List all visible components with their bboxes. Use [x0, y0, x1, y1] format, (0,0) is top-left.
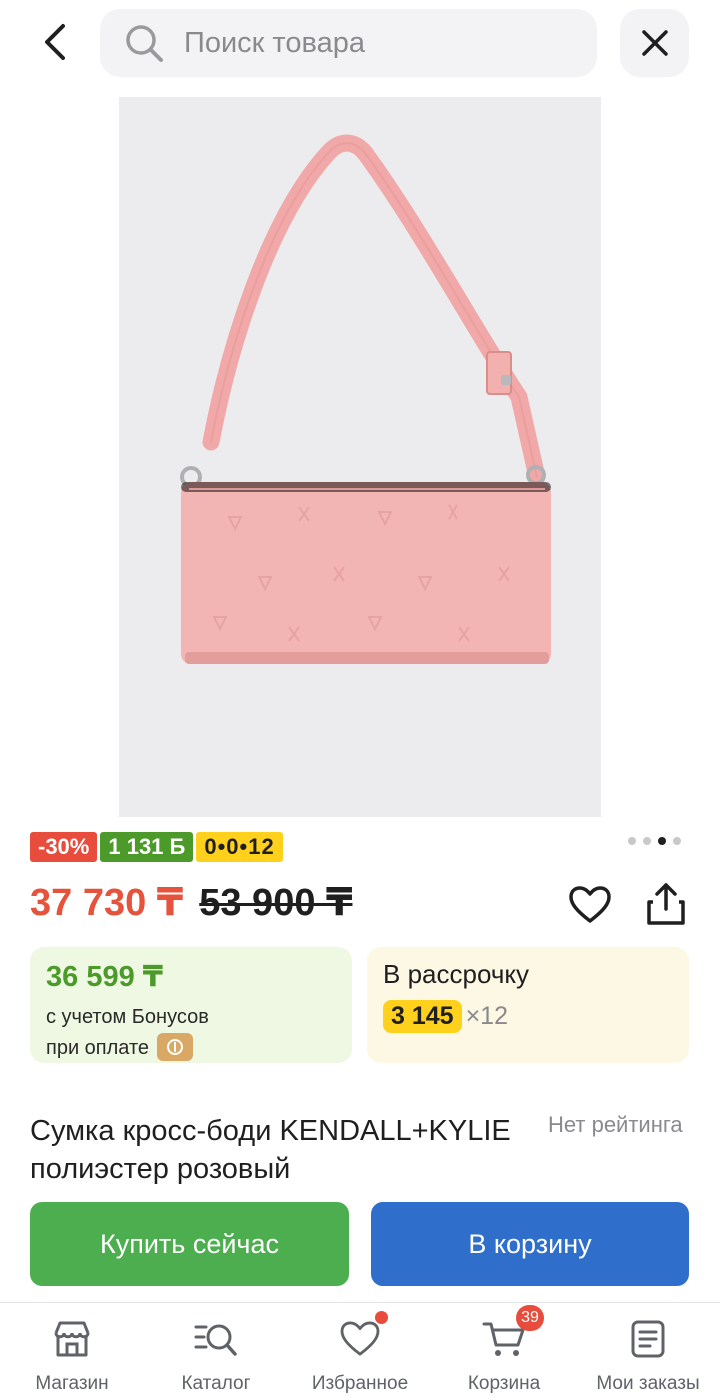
installment-badge: 0•0•12	[196, 832, 283, 862]
nav-item-store[interactable]: Магазин	[0, 1303, 144, 1400]
nav-item-catalog[interactable]: Каталог	[144, 1303, 288, 1400]
payment-icon	[157, 1032, 194, 1061]
favorite-button[interactable]	[566, 881, 614, 929]
installment-title: В рассрочку	[383, 959, 530, 989]
handbag-picture	[119, 97, 601, 817]
carousel-dot[interactable]	[673, 837, 681, 845]
back-arrow-icon	[45, 24, 65, 60]
nav-label-orders: Мои заказы	[596, 1373, 700, 1394]
catalog-search-icon	[194, 1317, 238, 1361]
bonus-price-card[interactable]: 36 599 ₸ с учетом Бонусов при оплате	[30, 947, 352, 1063]
share-button[interactable]	[642, 879, 690, 929]
bonus-badge: 1 131 Б	[100, 832, 194, 862]
current-price: 37 730 ₸	[30, 882, 184, 924]
nav-item-favorites[interactable]: Избранное	[288, 1303, 432, 1400]
cart-icon: 39	[482, 1305, 544, 1361]
installment-card[interactable]: В рассрочку 3 145 ×12	[367, 947, 689, 1063]
installment-amount: 3 145	[383, 1000, 462, 1033]
orders-icon	[626, 1317, 670, 1361]
search-icon	[124, 23, 164, 63]
search-bar[interactable]	[100, 9, 597, 77]
discount-badge: -30%	[30, 832, 98, 862]
heart-icon	[569, 886, 611, 923]
rating-label[interactable]: Нет рейтинга	[548, 1112, 683, 1138]
product-image[interactable]	[119, 97, 601, 817]
installment-term: ×12	[465, 1002, 508, 1030]
installment-row: 3 145 ×12	[383, 1000, 673, 1033]
carousel-dot[interactable]	[628, 837, 636, 845]
notification-dot	[375, 1311, 388, 1324]
store-icon	[50, 1317, 94, 1361]
bonus-note-line1: с учетом Бонусов	[46, 1006, 209, 1028]
heart-icon	[338, 1311, 388, 1361]
close-button[interactable]	[620, 9, 689, 77]
share-icon	[647, 883, 685, 925]
carousel-dot-active[interactable]	[658, 837, 666, 845]
product-title: Сумка кросс-боди KENDALL+KYLIE полиэстер…	[30, 1115, 511, 1185]
carousel-dot[interactable]	[643, 837, 651, 845]
close-icon	[641, 30, 668, 56]
nav-label-cart: Корзина	[467, 1373, 541, 1394]
nav-label-store: Магазин	[35, 1373, 109, 1394]
nav-item-cart[interactable]: 39 Корзина	[432, 1303, 576, 1400]
bottom-nav: Магазин Каталог Избранное 39 Корзина Мои…	[0, 1302, 720, 1400]
bonus-price: 36 599 ₸	[46, 961, 163, 993]
buy-now-button[interactable]: Купить сейчас	[30, 1202, 349, 1286]
price-row: 37 730 ₸ 53 900 ₸	[30, 880, 352, 925]
nav-label-catalog: Каталог	[181, 1373, 251, 1394]
nav-item-orders[interactable]: Мои заказы	[576, 1303, 720, 1400]
back-button[interactable]	[26, 14, 82, 70]
carousel-dots	[628, 837, 681, 845]
top-bar	[0, 0, 720, 90]
promo-badges: -30% 1 131 Б 0•0•12	[30, 832, 283, 862]
bonus-note-line2-wrap: при оплате	[46, 1032, 336, 1064]
nav-label-favorites: Избранное	[311, 1373, 409, 1394]
search-input[interactable]	[184, 26, 564, 60]
cart-count-badge: 39	[516, 1305, 544, 1331]
old-price: 53 900 ₸	[199, 882, 353, 924]
add-to-cart-button[interactable]: В корзину	[371, 1202, 689, 1286]
bonus-note: с учетом Бонусов при оплате	[46, 1002, 336, 1064]
bonus-note-line2: при оплате	[46, 1037, 150, 1059]
